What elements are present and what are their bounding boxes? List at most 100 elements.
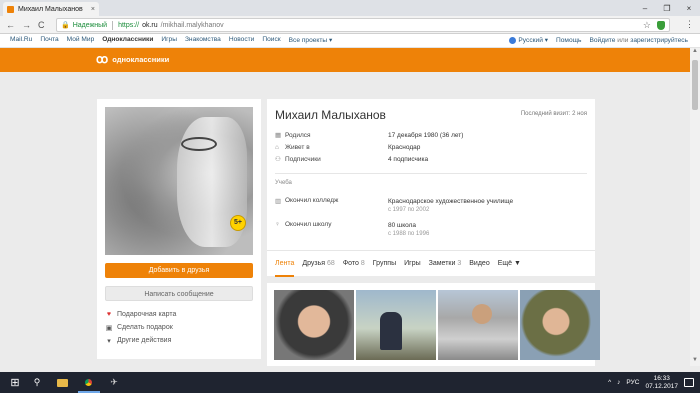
url-host: ok.ru: [142, 21, 158, 29]
profile-name: Михаил Малыханов: [275, 108, 386, 122]
windows-start-icon[interactable]: ⊞: [8, 372, 22, 393]
clock[interactable]: 16:33 07.12.2017: [645, 375, 678, 391]
subscribers-icon: ⚇: [275, 156, 281, 163]
scroll-up-icon[interactable]: ▲: [690, 48, 700, 57]
maximize-button[interactable]: ❐: [656, 0, 678, 16]
tab-feed[interactable]: Лента: [275, 251, 295, 277]
back-button[interactable]: ←: [6, 19, 15, 31]
portal-link-news[interactable]: Новости: [229, 36, 255, 44]
address-bar[interactable]: 🔒 Надежный https://ok.ru/mikhail.malykha…: [56, 18, 670, 32]
tray-expand-icon[interactable]: ^: [608, 379, 611, 386]
scroll-down-icon[interactable]: ▼: [690, 357, 700, 366]
forward-button[interactable]: →: [22, 19, 31, 31]
portal-link-search[interactable]: Поиск: [262, 36, 280, 44]
url-scheme: https://: [118, 21, 140, 29]
other-actions-label: Другие действия: [117, 337, 172, 344]
info-row-birthday: ▦ Родился 17 декабря 1980 (36 лет): [275, 129, 587, 141]
tab-label: Группы: [372, 259, 397, 267]
profile-avatar[interactable]: [105, 107, 253, 255]
browser-tab[interactable]: Михаил Малыханов ×: [3, 2, 99, 16]
photo-thumbnail[interactable]: [274, 290, 354, 360]
gift-card-icon: ♥: [106, 311, 112, 318]
photo-thumbnail[interactable]: [356, 290, 436, 360]
tab-video[interactable]: Видео: [469, 251, 489, 277]
browser-toolbar: ← → C 🔒 Надежный https://ok.ru/mikhail.m…: [0, 16, 700, 34]
portal-link-mailru[interactable]: Mail.Ru: [10, 36, 32, 44]
send-message-button[interactable]: Написать сообщение: [105, 286, 253, 301]
portal-link-all-projects[interactable]: Все проекты ▾: [289, 36, 333, 44]
portal-link-odnoklassniki[interactable]: Одноклассники: [102, 36, 153, 44]
file-explorer-icon[interactable]: [54, 372, 70, 393]
system-tray: ^ ♪ РУС 16:33 07.12.2017: [608, 372, 694, 393]
info-key: Родился: [285, 131, 311, 139]
education-key: Окончил колледж: [285, 197, 339, 204]
scroll-thumb[interactable]: [692, 60, 698, 110]
make-gift-item[interactable]: ▣ Сделать подарок: [105, 321, 176, 334]
add-friend-button[interactable]: Добавить в друзья: [105, 263, 253, 278]
tab-count: 3: [457, 259, 462, 267]
app-icon[interactable]: ✈: [106, 372, 122, 393]
gift-badge[interactable]: 5+: [230, 215, 246, 231]
bookmark-star-icon[interactable]: ☆: [643, 20, 651, 31]
photo-thumbnail[interactable]: [438, 290, 518, 360]
profile-info-card: Михаил Малыханов Последний визит: 2 ноя …: [267, 99, 595, 277]
info-value[interactable]: 4 подписчика: [388, 156, 428, 163]
register-link[interactable]: зарегистрируйтесь: [630, 37, 688, 44]
chevron-down-icon: ▾: [107, 337, 111, 345]
tab-groups[interactable]: Группы: [373, 251, 396, 277]
portal-link-dating[interactable]: Знакомства: [185, 36, 221, 44]
gift-card-item[interactable]: ♥ Подарочная карта: [105, 308, 176, 321]
language-selector[interactable]: Русский ▾: [509, 36, 548, 44]
extension-shield-icon[interactable]: [657, 21, 665, 30]
url-path: /mikhail.malykhanov: [160, 21, 224, 29]
photos-card: [267, 283, 600, 366]
ok-logo-icon: ꝏ: [96, 52, 109, 66]
tab-count: 8: [360, 259, 365, 267]
login-link[interactable]: Войдите: [589, 37, 615, 44]
last-visit: Последний визит: 2 ноя: [520, 111, 587, 117]
education-value[interactable]: Краснодарское художественное училище: [388, 197, 513, 206]
education-years: с 1997 по 2002: [388, 207, 430, 213]
browser-menu-icon[interactable]: ⋮: [685, 19, 694, 30]
profile-tabs: Лента Друзья 68 Фото 8 Группы Игры Замет…: [267, 250, 595, 277]
education-title: Учеба: [275, 180, 292, 186]
info-row-subscribers: ⚇ Подписчики 4 подписчика: [275, 153, 587, 165]
info-row-city: ⌂ Живет в Краснодар: [275, 141, 587, 153]
search-icon[interactable]: ⚲: [30, 372, 44, 393]
other-actions-item[interactable]: ▾ Другие действия: [105, 334, 176, 347]
portal-link-mail[interactable]: Почта: [40, 36, 58, 44]
education-list: ▥ Окончил колледж Краснодарское художест…: [275, 197, 587, 245]
make-gift-label: Сделать подарок: [117, 324, 173, 331]
divider: [275, 173, 587, 174]
education-years: с 1988 по 1996: [388, 231, 430, 237]
language-indicator[interactable]: РУС: [626, 379, 639, 386]
gift-card-label: Подарочная карта: [117, 311, 177, 318]
avatar-glasses: [181, 137, 217, 151]
window-controls: – ❐ ×: [634, 0, 700, 16]
tab-more[interactable]: Ещё ▼: [498, 251, 521, 277]
close-window-button[interactable]: ×: [678, 0, 700, 16]
page-scrollbar[interactable]: ▲ ▼: [690, 48, 700, 366]
or-text: или: [617, 36, 629, 44]
info-value: 17 декабря 1980 (36 лет): [388, 131, 464, 139]
tab-close-icon[interactable]: ×: [91, 6, 95, 13]
tab-notes[interactable]: Заметки 3: [429, 251, 462, 277]
photo-thumbnail[interactable]: [520, 290, 600, 360]
portal-link-my-world[interactable]: Мой Мир: [67, 36, 95, 44]
chrome-icon[interactable]: [80, 372, 96, 393]
volume-icon[interactable]: ♪: [617, 379, 620, 386]
info-value[interactable]: Краснодар: [388, 144, 420, 151]
tab-games[interactable]: Игры: [404, 251, 421, 277]
minimize-button[interactable]: –: [634, 0, 656, 16]
help-link[interactable]: Помощь: [556, 37, 581, 44]
tab-photos[interactable]: Фото 8: [343, 251, 365, 277]
education-value[interactable]: 80 школа: [388, 221, 429, 230]
globe-icon: [509, 36, 517, 44]
portal-link-games[interactable]: Игры: [161, 36, 177, 44]
notifications-icon[interactable]: [684, 378, 694, 387]
ok-logo[interactable]: ꝏ одноклассники: [96, 52, 169, 66]
reload-button[interactable]: C: [38, 19, 45, 31]
tab-friends[interactable]: Друзья 68: [302, 251, 334, 277]
book-icon: ▥: [275, 198, 282, 205]
separator: [112, 20, 114, 30]
